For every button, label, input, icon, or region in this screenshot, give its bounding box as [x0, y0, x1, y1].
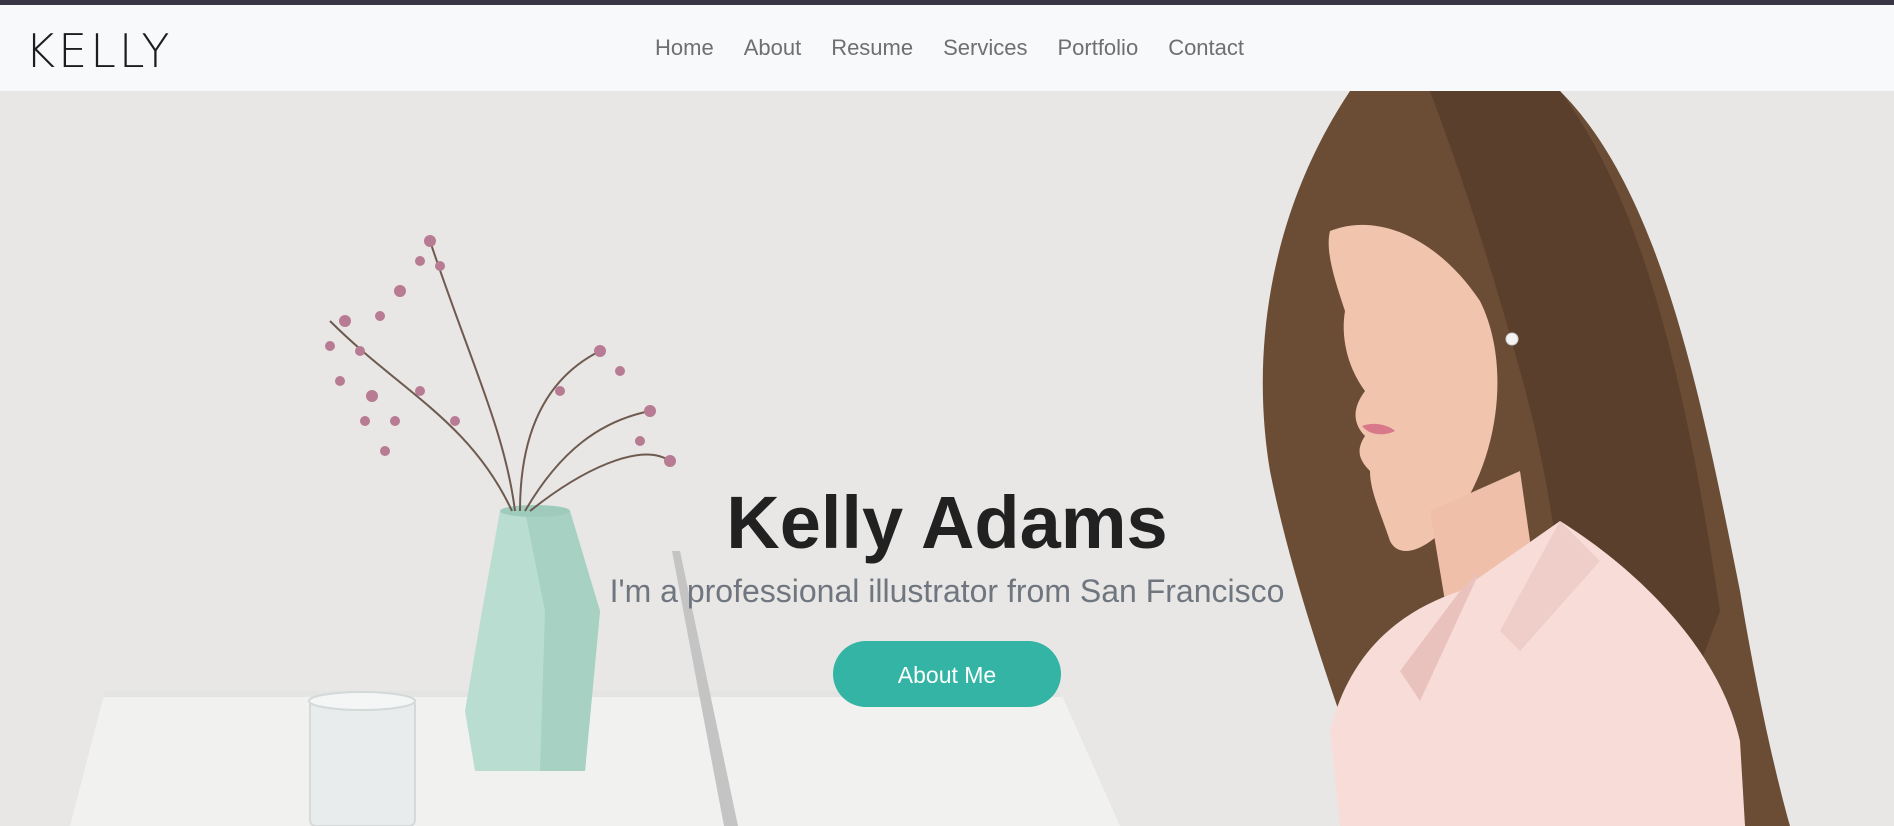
hero-background-image: [0, 91, 1894, 826]
about-me-button[interactable]: About Me: [833, 641, 1061, 707]
nav-home[interactable]: Home: [655, 5, 714, 91]
hero-section: Kelly Adams I'm a professional illustrat…: [0, 91, 1894, 826]
nav-about[interactable]: About: [744, 5, 802, 91]
hero-title: Kelly Adams: [726, 481, 1168, 564]
nav-resume[interactable]: Resume: [831, 5, 913, 91]
site-logo[interactable]: KELLY: [25, 23, 172, 79]
site-header: KELLY Home About Resume Services Portfol…: [0, 5, 1894, 91]
hero-subtitle: I'm a professional illustrator from San …: [609, 573, 1285, 609]
main-nav: Home About Resume Services Portfolio Con…: [655, 5, 1274, 91]
nav-services[interactable]: Services: [943, 5, 1027, 91]
nav-contact[interactable]: Contact: [1168, 5, 1244, 91]
nav-portfolio[interactable]: Portfolio: [1057, 5, 1138, 91]
hero-content: Kelly Adams I'm a professional illustrat…: [0, 481, 1894, 707]
